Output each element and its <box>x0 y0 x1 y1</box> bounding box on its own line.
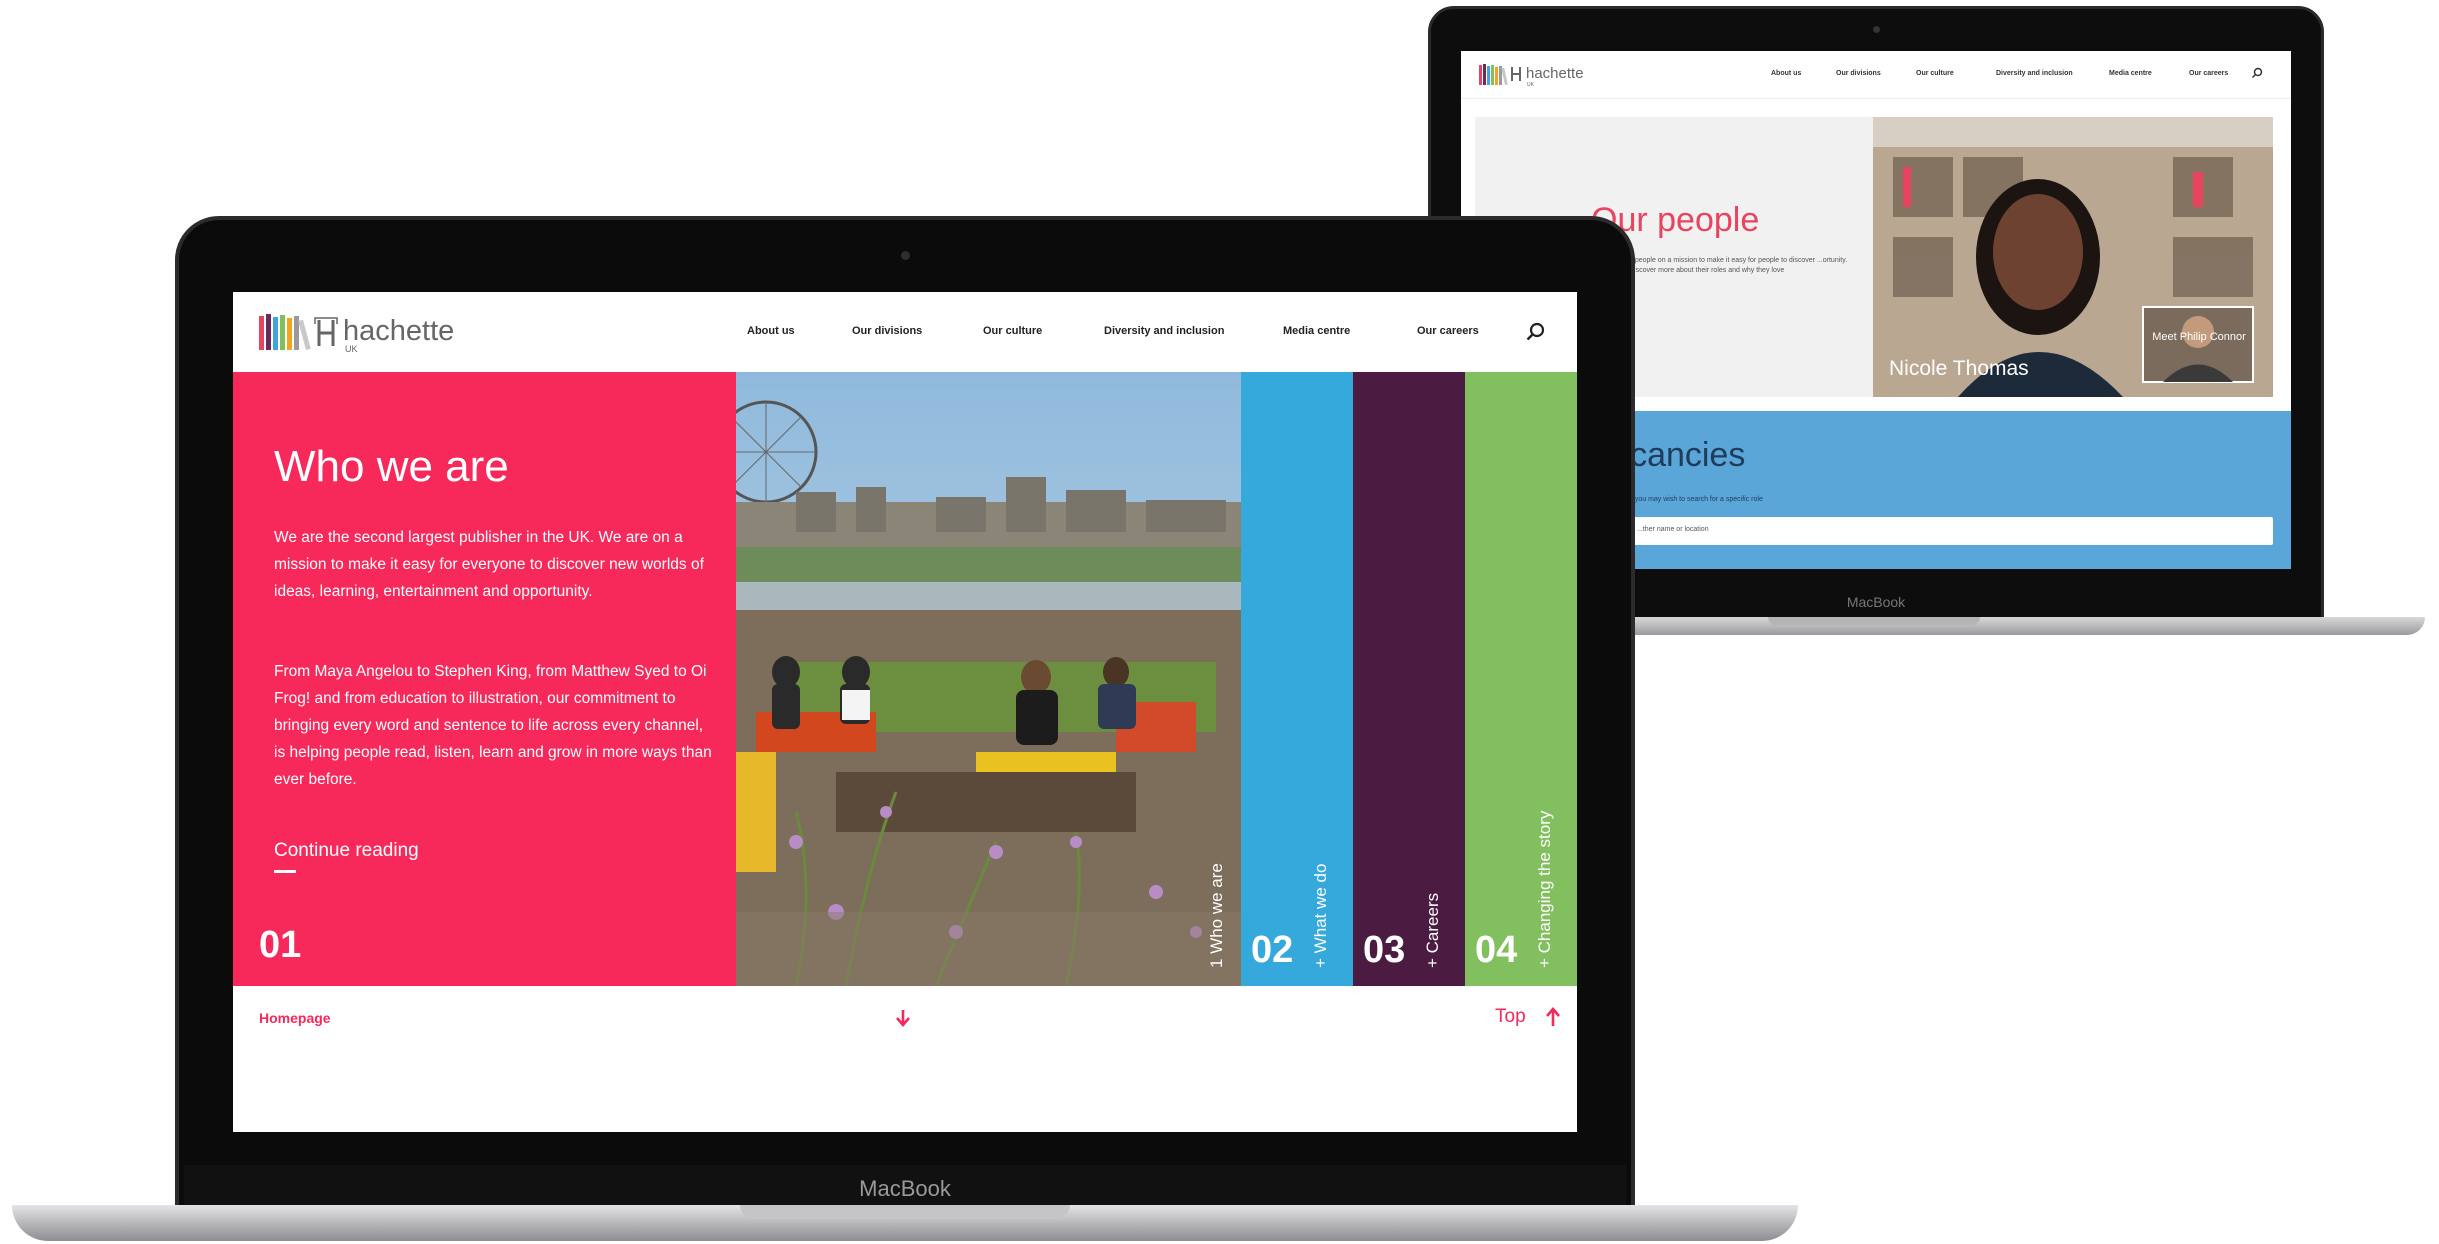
nav-diversity[interactable]: Diversity and inclusion <box>1104 325 1224 337</box>
strip-label-changing-story: + Changing the story <box>1535 810 1554 968</box>
nav-about-us[interactable]: About us <box>747 325 795 337</box>
hero-paragraph-1: We are the second largest publisher in t… <box>274 529 704 600</box>
strip-label-who-we-are: 1 Who we are <box>1207 863 1226 968</box>
arrow-up-icon[interactable] <box>1545 1006 1561 1028</box>
top-link[interactable]: Top <box>1495 1006 1526 1028</box>
front-camera <box>901 251 910 260</box>
homepage-link[interactable]: Homepage <box>259 1010 331 1026</box>
hero-paragraph-2: From Maya Angelou to Stephen King, from … <box>274 663 712 788</box>
nav-our-careers[interactable]: Our careers <box>1417 325 1479 337</box>
nav-our-culture[interactable]: Our culture <box>983 325 1042 337</box>
back-camera <box>1873 26 1880 33</box>
continue-reading-link[interactable]: Continue reading <box>274 840 419 862</box>
search-icon[interactable] <box>1525 321 1547 343</box>
strip-what-we-do[interactable]: 02 + What we do <box>1241 372 1353 986</box>
back-nav-diversity[interactable]: Diversity and inclusion <box>1996 70 2073 77</box>
strip-number-04: 04 <box>1475 929 1518 971</box>
svg-text:hachette: hachette <box>1526 65 1584 82</box>
hachette-logo-icon[interactable]: hachette UK <box>259 310 499 354</box>
svg-text:UK: UK <box>345 344 358 354</box>
back-navbar: hachette UK About us Our divisions Our c… <box>1461 51 2291 99</box>
back-vacancies-sub: ...you may wish to search for a specific… <box>1629 496 1763 503</box>
person-photo-illustration <box>1873 117 2273 397</box>
strip-careers[interactable]: 03 + Careers <box>1353 372 1465 986</box>
nav-our-divisions[interactable]: Our divisions <box>852 325 922 337</box>
front-brand-label: MacBook <box>859 1176 951 1201</box>
front-navbar: hachette UK About us Our divisions Our c… <box>233 292 1577 372</box>
front-laptop-notch <box>740 1205 1070 1219</box>
back-vacancy-search-input[interactable]: ...ther name or location <box>1629 517 2273 545</box>
strip-number-02: 02 <box>1251 929 1294 971</box>
back-search-icon[interactable] <box>2251 67 2263 79</box>
nav-media-centre[interactable]: Media centre <box>1283 325 1350 337</box>
strip-changing-the-story[interactable]: 04 + Changing the story <box>1465 372 1577 986</box>
svg-text:hachette: hachette <box>343 315 454 347</box>
continue-reading-underline <box>274 870 296 873</box>
back-photo-caption: Nicole Thomas <box>1889 357 2029 380</box>
back-hero-photo: Nicole Thomas Meet Philip Connor <box>1873 117 2273 397</box>
svg-text:UK: UK <box>1527 82 1535 87</box>
back-nav-culture[interactable]: Our culture <box>1916 70 1954 77</box>
back-hero-body: ...people on a mission to make it easy f… <box>1629 257 1848 274</box>
hachette-logo-icon: hachette UK <box>1479 64 1584 87</box>
strip-label-careers: + Careers <box>1423 892 1442 968</box>
back-laptop-notch <box>1768 617 1980 625</box>
front-laptop-screen: hachette UK About us Our divisions Our c… <box>233 292 1577 1132</box>
back-nav-media[interactable]: Media centre <box>2109 70 2152 77</box>
arrow-down-icon[interactable] <box>895 1008 911 1028</box>
hero-photo <box>736 372 1241 986</box>
back-inset-caption[interactable]: Meet Philip Connor <box>2151 331 2247 343</box>
strip-number-03: 03 <box>1363 929 1406 971</box>
strip-label-what-we-do: + What we do <box>1311 863 1330 968</box>
rooftop-terrace-illustration <box>736 372 1241 986</box>
hero-title: Who we are <box>274 442 509 491</box>
section-number-01: 01 <box>259 924 302 966</box>
back-nav-divisions[interactable]: Our divisions <box>1836 70 1881 77</box>
back-nav-careers[interactable]: Our careers <box>2189 70 2228 77</box>
back-nav-about[interactable]: About us <box>1771 70 1801 77</box>
